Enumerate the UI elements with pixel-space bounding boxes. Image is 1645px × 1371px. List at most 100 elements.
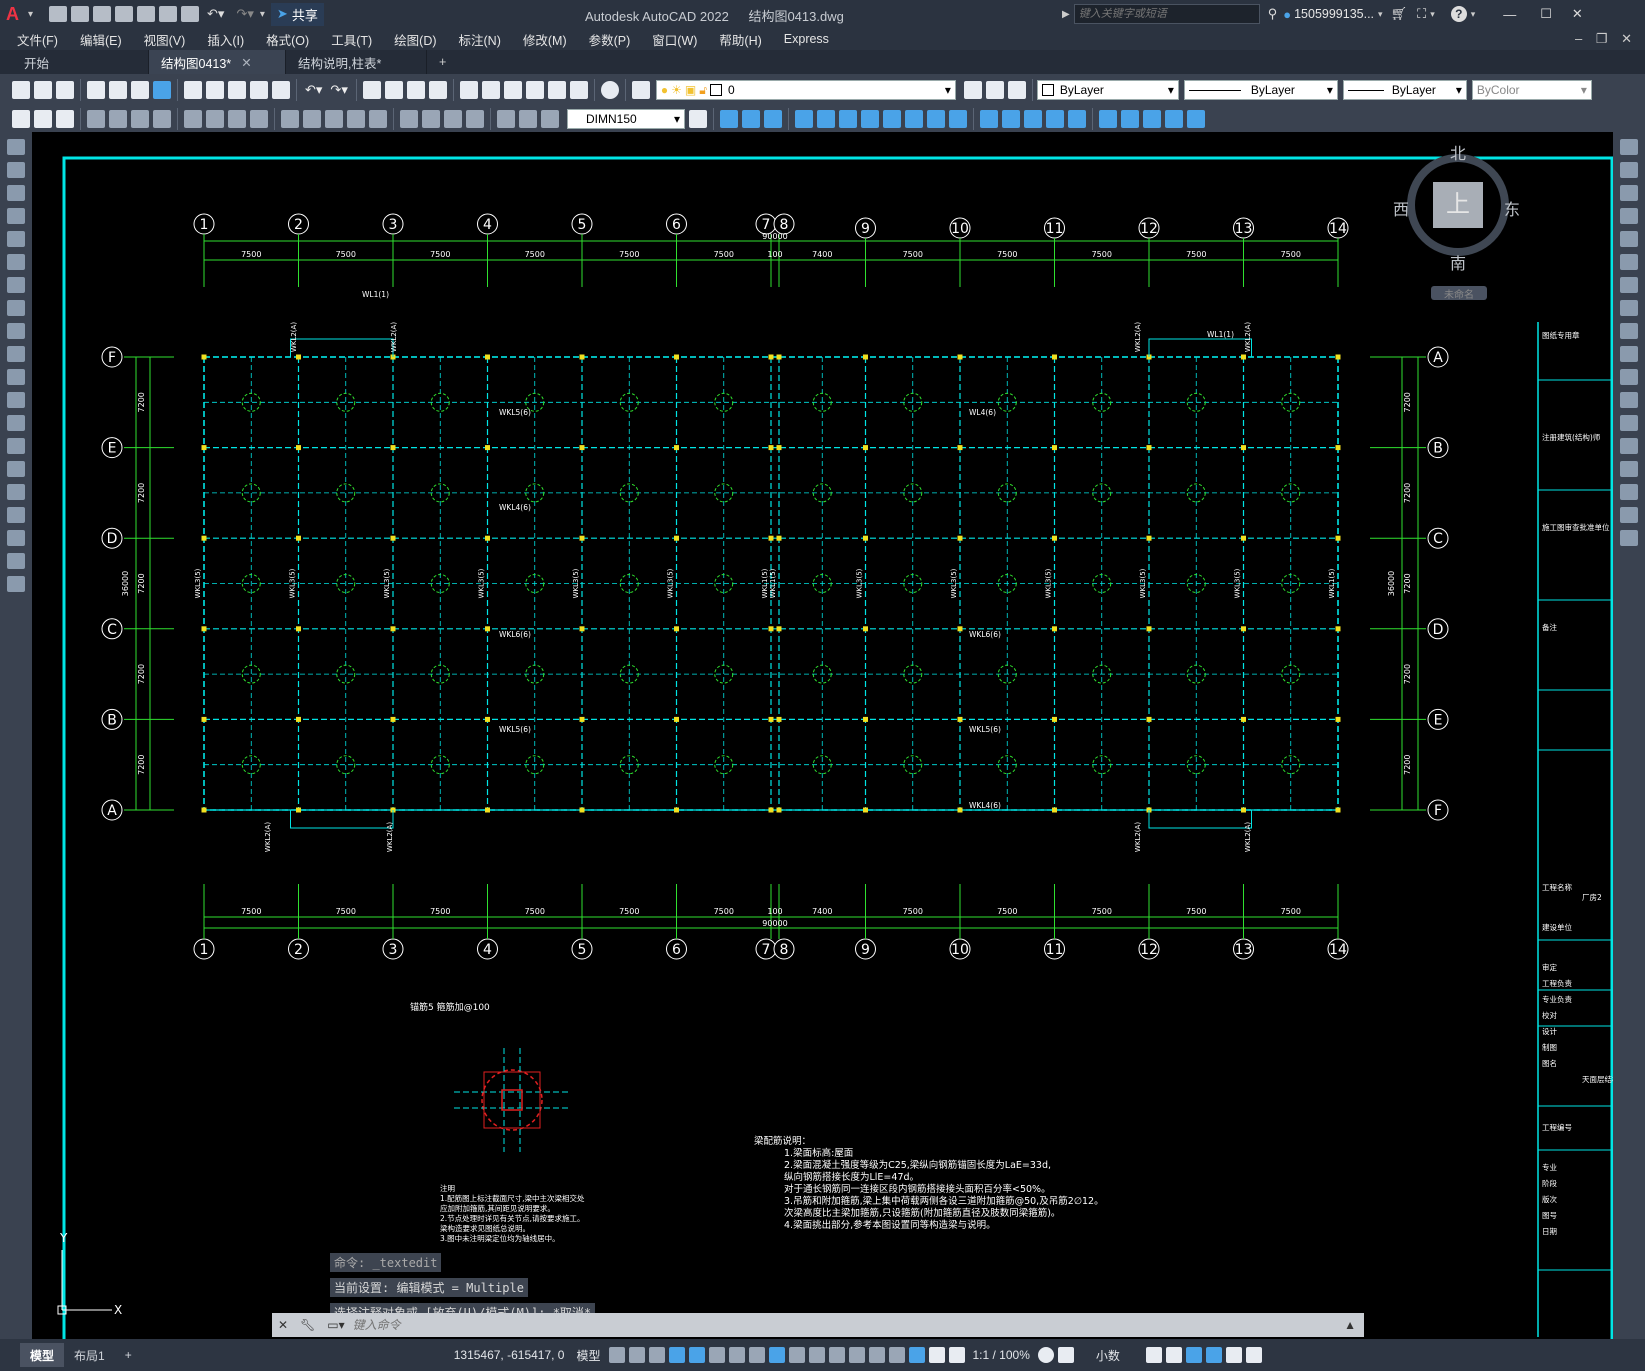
menu-view[interactable]: 视图(V) bbox=[144, 30, 186, 49]
lock-ui-icon[interactable] bbox=[1165, 1347, 1182, 1363]
zoom-previous-icon[interactable] bbox=[428, 81, 447, 99]
check-icon[interactable] bbox=[1068, 110, 1086, 128]
add-layout-icon[interactable]: + bbox=[115, 1343, 142, 1367]
web-open-icon[interactable] bbox=[159, 6, 178, 22]
menu-express[interactable]: Express bbox=[784, 32, 829, 46]
tool-palettes-icon[interactable] bbox=[503, 81, 522, 99]
cone-icon[interactable] bbox=[1165, 110, 1183, 128]
dimension-text-edit-icon[interactable] bbox=[519, 110, 537, 128]
undo-button-icon[interactable]: ↶▾ bbox=[305, 82, 322, 98]
linear-dimension-icon[interactable] bbox=[87, 110, 105, 128]
make-block-icon[interactable] bbox=[7, 415, 25, 431]
hardware-acceleration-icon[interactable] bbox=[1205, 1347, 1222, 1363]
object-snap-icon[interactable] bbox=[768, 1347, 785, 1363]
layer-state-icon[interactable] bbox=[1007, 81, 1026, 99]
ortho-icon[interactable] bbox=[688, 1347, 705, 1363]
break-at-point-icon[interactable] bbox=[1620, 392, 1638, 408]
fillet-icon[interactable] bbox=[1620, 484, 1638, 500]
light-bulb-icon[interactable]: ● bbox=[661, 83, 668, 97]
doc-restore-icon[interactable]: ❐ bbox=[1596, 31, 1608, 46]
circle-icon[interactable] bbox=[7, 277, 25, 293]
menu-file[interactable]: 文件(F) bbox=[17, 30, 58, 49]
dynamic-input-icon[interactable] bbox=[668, 1347, 685, 1363]
minimize-icon[interactable]: — bbox=[1503, 7, 1516, 22]
copy-object-icon[interactable] bbox=[1620, 162, 1638, 178]
dimension-update-icon[interactable] bbox=[541, 110, 559, 128]
color-dropdown[interactable]: ByLayer ▾ bbox=[1036, 80, 1179, 100]
redo-button-icon[interactable]: ↷▾ bbox=[330, 82, 347, 98]
spline-icon[interactable] bbox=[7, 323, 25, 339]
customization-menu-icon[interactable] bbox=[1245, 1347, 1262, 1363]
polygon-icon[interactable] bbox=[7, 208, 25, 224]
viewcube[interactable]: 上 北 南 西 东 未命名 bbox=[1393, 146, 1520, 301]
grid-icon[interactable] bbox=[608, 1347, 625, 1363]
dimension-style-icon[interactable] bbox=[689, 110, 707, 128]
gizmo-icon[interactable] bbox=[908, 1347, 925, 1363]
drawing-canvas[interactable]: 1 1 2 2 3 3 4 4 5 5 6 6 7 7 8 8 9 9 10 10 11 11 12 12 13 13 14 14 F A… bbox=[32, 132, 1613, 1339]
selection-cycling-icon[interactable] bbox=[828, 1347, 845, 1363]
tolerance-icon[interactable] bbox=[400, 110, 418, 128]
doc-minimize-icon[interactable]: – bbox=[1575, 31, 1582, 46]
coordinates-readout[interactable]: 1315467, -615417, 0 bbox=[454, 1348, 565, 1362]
extrude-faces-icon[interactable] bbox=[795, 110, 813, 128]
rotate-icon[interactable] bbox=[1620, 277, 1638, 293]
snap-icon[interactable] bbox=[628, 1347, 645, 1363]
lineweight-dropdown[interactable]: ByLayer ▾ bbox=[1342, 80, 1467, 100]
workspace-gear-icon[interactable] bbox=[1037, 1347, 1054, 1363]
menu-modify[interactable]: 修改(M) bbox=[523, 30, 567, 49]
compass-east[interactable]: 东 bbox=[1504, 196, 1520, 220]
shell-icon[interactable] bbox=[1046, 110, 1064, 128]
rectangle-icon[interactable] bbox=[7, 231, 25, 247]
inspection-icon[interactable] bbox=[444, 110, 462, 128]
viewcube-top-face[interactable]: 上 bbox=[1433, 182, 1483, 228]
quick-dimension-icon[interactable] bbox=[281, 110, 299, 128]
menu-insert[interactable]: 插入(I) bbox=[207, 30, 244, 49]
ucs-menu[interactable]: 未命名 bbox=[1431, 286, 1487, 301]
extend-icon[interactable] bbox=[1620, 369, 1638, 385]
diameter-dimension-icon[interactable] bbox=[228, 110, 246, 128]
continue-dimension-icon[interactable] bbox=[325, 110, 343, 128]
user-name[interactable]: 1505999135... bbox=[1294, 7, 1374, 21]
linetype-dropdown[interactable]: ByLayer ▾ bbox=[1183, 80, 1338, 100]
web-icon[interactable] bbox=[153, 81, 171, 99]
union-icon[interactable] bbox=[720, 110, 738, 128]
dynamic-ucs-icon[interactable] bbox=[868, 1347, 885, 1363]
center-mark-icon[interactable] bbox=[422, 110, 440, 128]
command-close-icon[interactable]: ✕ bbox=[278, 1318, 288, 1332]
layer-previous-icon[interactable] bbox=[985, 81, 1004, 99]
menu-format[interactable]: 格式(O) bbox=[266, 30, 309, 49]
dimstyle-dropdown[interactable]: DIMN150 ▾ bbox=[567, 109, 685, 129]
offset-faces-icon[interactable] bbox=[839, 110, 857, 128]
undo-icon[interactable]: ↶▾ bbox=[207, 6, 224, 22]
isometric-drafting-icon[interactable] bbox=[728, 1347, 745, 1363]
menu-edit[interactable]: 编辑(E) bbox=[80, 30, 122, 49]
autodesk-app-icon[interactable]: ⛶ bbox=[1417, 6, 1426, 22]
array-icon[interactable] bbox=[1620, 231, 1638, 247]
ellipse-icon[interactable] bbox=[7, 346, 25, 362]
jogged-linear-icon[interactable] bbox=[466, 110, 484, 128]
ucs-world-icon[interactable] bbox=[34, 110, 52, 128]
cut-icon[interactable] bbox=[184, 81, 202, 99]
lock-icon[interactable]: 🔓︎ bbox=[699, 83, 707, 98]
polar-tracking-icon[interactable] bbox=[708, 1347, 725, 1363]
scale-icon[interactable] bbox=[1620, 300, 1638, 316]
pan-icon[interactable] bbox=[362, 81, 381, 99]
search-input[interactable] bbox=[1073, 4, 1260, 24]
menu-window[interactable]: 窗口(W) bbox=[652, 30, 697, 49]
intersect-icon[interactable] bbox=[764, 110, 782, 128]
hatch-icon[interactable] bbox=[7, 461, 25, 477]
block-editor-icon[interactable] bbox=[272, 81, 290, 99]
add-selected-icon[interactable] bbox=[7, 576, 25, 592]
recent-commands-icon[interactable]: ▭▾ bbox=[327, 1318, 344, 1332]
aligned-dimension-icon[interactable] bbox=[109, 110, 127, 128]
tab-structure-drawing[interactable]: 结构图0413* ✕ bbox=[149, 50, 286, 74]
calculator-icon[interactable] bbox=[569, 81, 588, 99]
taper-faces-icon[interactable] bbox=[905, 110, 923, 128]
copy-icon[interactable] bbox=[206, 81, 224, 99]
layout-tab-model[interactable]: 模型 bbox=[20, 1343, 65, 1367]
subtract-icon[interactable] bbox=[742, 110, 760, 128]
clean-icon[interactable] bbox=[1002, 110, 1020, 128]
delete-faces-icon[interactable] bbox=[861, 110, 879, 128]
markup-icon[interactable] bbox=[547, 81, 566, 99]
cart-icon[interactable]: 🛒︎ bbox=[1391, 6, 1408, 22]
